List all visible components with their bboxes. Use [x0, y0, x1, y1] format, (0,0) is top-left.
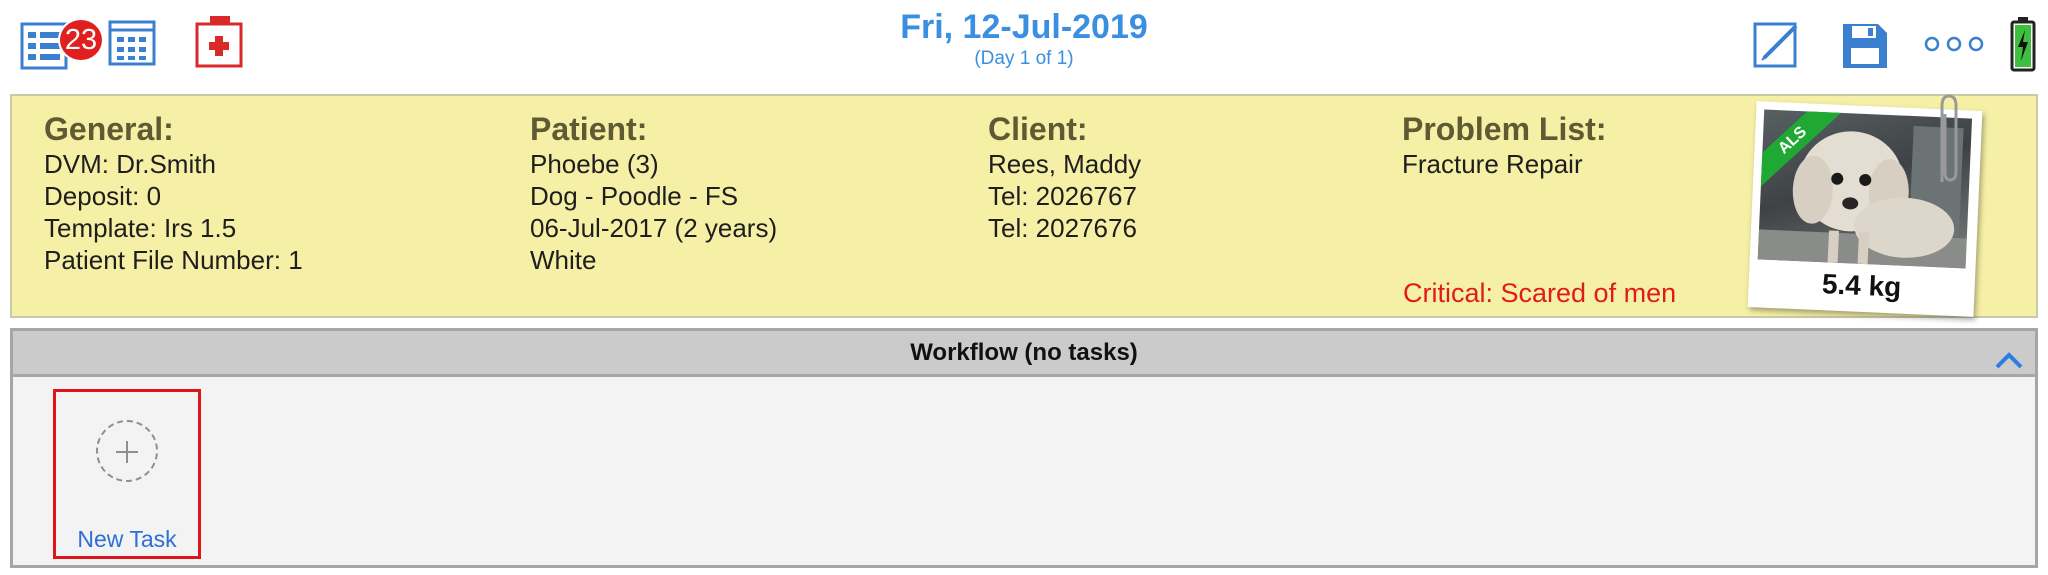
- general-template: Template: Irs 1.5: [44, 213, 237, 243]
- general-file-number: Patient File Number: 1: [44, 245, 303, 275]
- general-heading: General:: [44, 111, 174, 147]
- more-icon: [1924, 36, 1984, 52]
- more-button[interactable]: [1924, 34, 1984, 54]
- new-task-label: New Task: [77, 526, 177, 552]
- patient-species: Dog - Poodle - FS: [530, 181, 739, 211]
- client-phone-1: Tel: 2026767: [988, 181, 1137, 211]
- problem-list-section: Problem List: Fracture Repair: [1402, 110, 1606, 180]
- medical-kit-icon: [195, 16, 243, 68]
- paper-clip-icon: [1934, 92, 1964, 197]
- problem-item: Fracture Repair: [1402, 149, 1583, 179]
- top-toolbar: 23 Fri, 12-Jul-2019 (Day 1 of 1): [0, 0, 2048, 90]
- save-button[interactable]: [1840, 20, 1890, 72]
- workflow-header[interactable]: Workflow (no tasks): [13, 331, 2035, 377]
- calendar-grid-button[interactable]: [108, 20, 158, 68]
- patient-heading: Patient:: [530, 111, 648, 147]
- critical-alert: Critical: Scared of men: [1403, 278, 1677, 308]
- workflow-title: Workflow (no tasks): [910, 339, 1138, 366]
- patient-summary-card[interactable]: General: DVM: Dr.Smith Deposit: 0 Templa…: [10, 94, 2038, 318]
- new-task-button[interactable]: New Task: [53, 389, 201, 559]
- edit-note-icon: [1753, 22, 1798, 68]
- chevron-up-icon: [1995, 352, 2023, 369]
- client-phone-2: Tel: 2027676: [988, 213, 1137, 243]
- general-section: General: DVM: Dr.Smith Deposit: 0 Templa…: [44, 110, 303, 276]
- patient-section: Patient: Phoebe (3) Dog - Poodle - FS 06…: [530, 110, 777, 276]
- general-deposit: Deposit: 0: [44, 181, 162, 211]
- general-dvm: DVM: Dr.Smith: [44, 149, 216, 179]
- client-heading: Client:: [988, 111, 1088, 147]
- collapse-button[interactable]: [1995, 341, 2023, 385]
- medical-kit-button[interactable]: [194, 14, 246, 70]
- save-icon: [1843, 24, 1887, 68]
- workflow-panel: Workflow (no tasks) New Task: [10, 328, 2038, 568]
- battery-icon: [2010, 17, 2036, 72]
- task-list-button[interactable]: 23: [18, 16, 104, 72]
- date-header[interactable]: Fri, 12-Jul-2019 (Day 1 of 1): [824, 6, 1224, 70]
- client-section: Client: Rees, Maddy Tel: 2026767 Tel: 20…: [988, 110, 1141, 244]
- client-name: Rees, Maddy: [988, 149, 1142, 179]
- patient-weight: 5.4 kg: [1821, 268, 1902, 303]
- problem-list-heading: Problem List:: [1402, 111, 1607, 147]
- battery-indicator: [2010, 16, 2036, 72]
- patient-color: White: [530, 245, 597, 275]
- calendar-grid-icon: [108, 20, 156, 66]
- patient-birthdate: 06-Jul-2017 (2 years): [530, 213, 778, 243]
- edit-note-button[interactable]: [1752, 18, 1804, 70]
- add-icon: [96, 420, 158, 482]
- date-title: Fri, 12-Jul-2019: [900, 8, 1148, 46]
- day-subtitle: (Day 1 of 1): [974, 48, 1074, 69]
- patient-name: Phoebe (3): [530, 149, 659, 179]
- notification-badge: 23: [58, 18, 104, 62]
